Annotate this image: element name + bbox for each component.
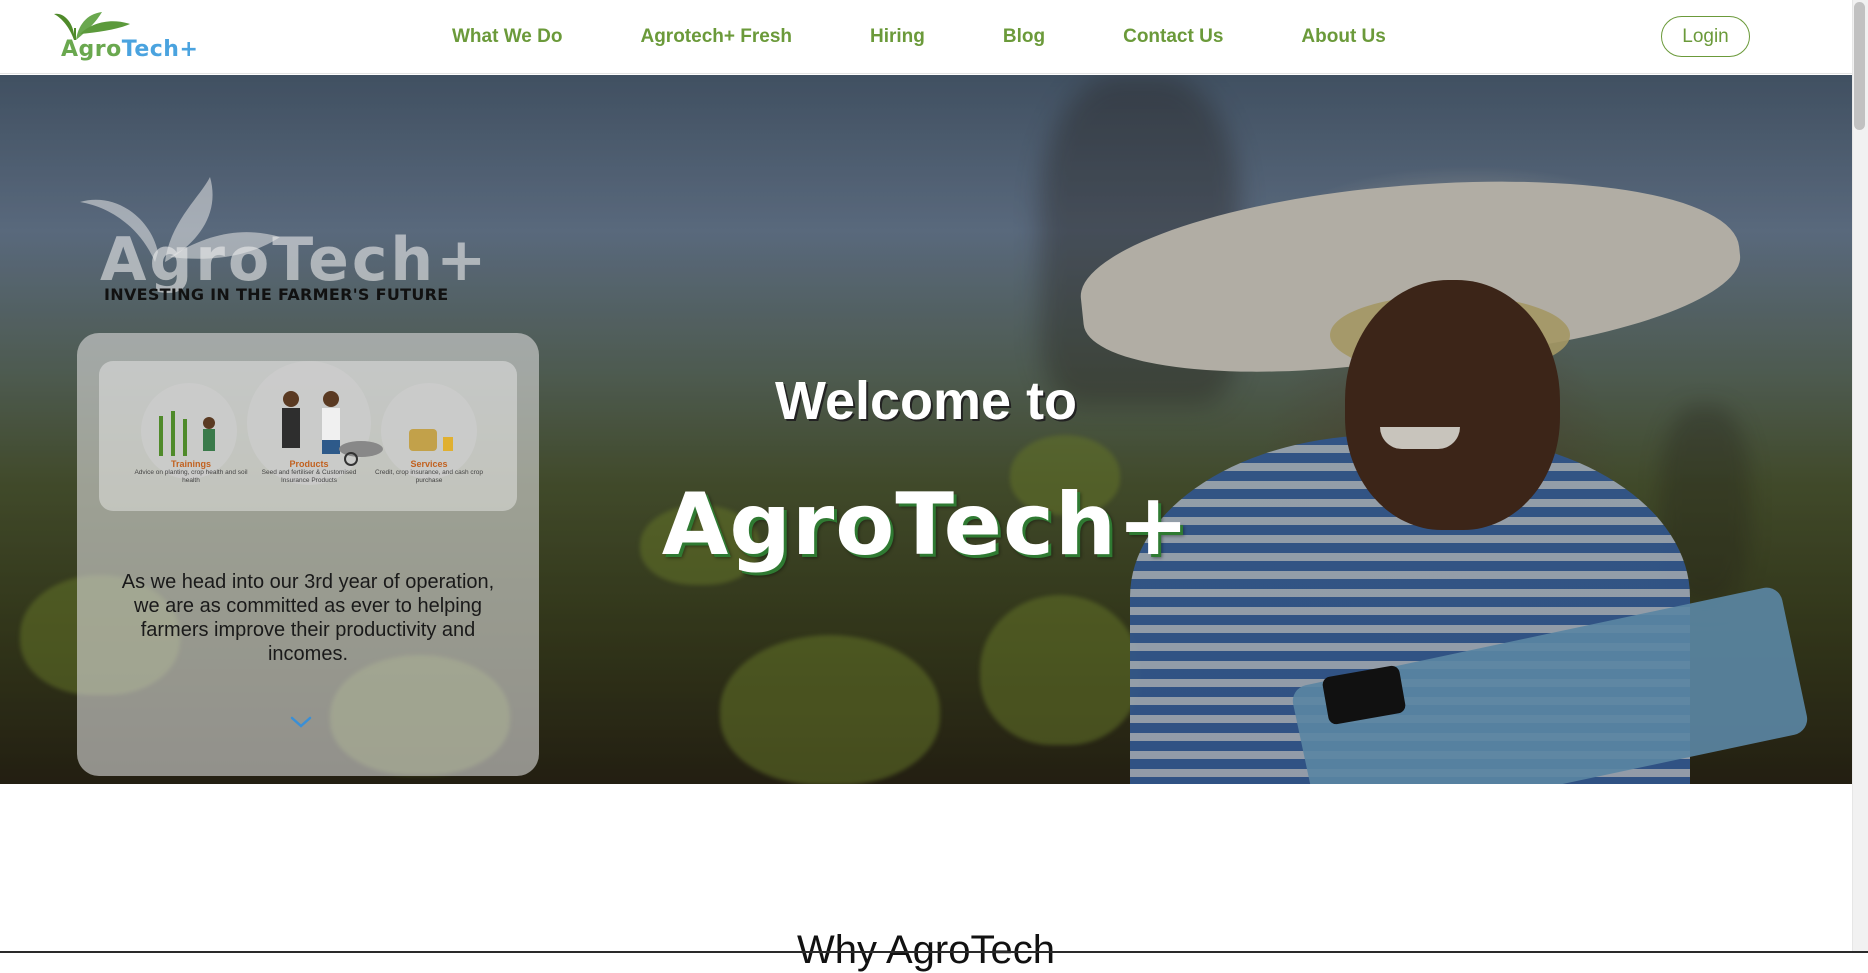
logo-agro-text: Agro	[61, 37, 122, 62]
nav-contact-us[interactable]: Contact Us	[1123, 26, 1223, 48]
main-nav: What We Do Agrotech+ Fresh Hiring Blog C…	[452, 0, 1386, 74]
hero-tagline: INVESTING IN THE FARMER'S FUTURE	[104, 285, 449, 304]
hero-title: AgroTech+	[661, 475, 1191, 575]
nav-about-us[interactable]: About Us	[1301, 26, 1385, 48]
nav-blog[interactable]: Blog	[1003, 26, 1045, 48]
hero-welcome-text: Welcome to	[774, 371, 1078, 431]
page-scrollbar-thumb[interactable]	[1854, 2, 1865, 130]
nav-what-we-do[interactable]: What We Do	[452, 26, 562, 48]
logo-tech-text: Tech+	[121, 37, 199, 62]
nav-agrotech-fresh[interactable]: Agrotech+ Fresh	[640, 26, 792, 48]
hero-banner: AgroTech+ INVESTING IN THE FARMER'S FUTU…	[0, 75, 1852, 784]
page-scrollbar-track[interactable]	[1852, 0, 1868, 953]
products-title: Products	[289, 459, 329, 469]
logo-wordmark: AgroTech+	[61, 37, 198, 62]
services-title: Services	[410, 459, 448, 469]
card-description: As we head into our 3rd year of operatio…	[121, 571, 495, 665]
nav-hiring[interactable]: Hiring	[870, 26, 925, 48]
trainings-title: Trainings	[170, 459, 211, 469]
brand-logo[interactable]: AgroTech+	[52, 4, 212, 68]
chevron-down-icon[interactable]	[289, 715, 313, 729]
login-button[interactable]: Login	[1661, 16, 1750, 57]
top-navbar: AgroTech+ What We Do Agrotech+ Fresh Hir…	[0, 0, 1852, 74]
